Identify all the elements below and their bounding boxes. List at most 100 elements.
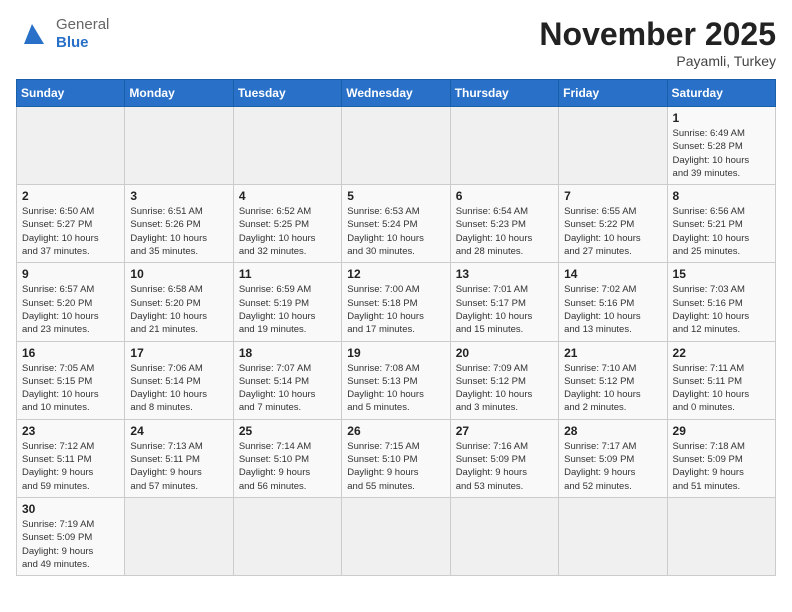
col-header-wednesday: Wednesday	[342, 80, 450, 107]
day-info: Sunrise: 7:05 AM Sunset: 5:15 PM Dayligh…	[22, 362, 119, 415]
logo-blue-text: Blue	[56, 34, 109, 52]
day-number: 9	[22, 267, 119, 281]
day-info: Sunrise: 7:13 AM Sunset: 5:11 PM Dayligh…	[130, 440, 227, 493]
day-number: 18	[239, 346, 336, 360]
location-subtitle: Payamli, Turkey	[539, 53, 776, 69]
day-info: Sunrise: 6:58 AM Sunset: 5:20 PM Dayligh…	[130, 283, 227, 336]
day-cell: 8 Sunrise: 6:56 AM Sunset: 5:21 PM Daylig…	[667, 185, 775, 263]
col-header-sunday: Sunday	[17, 80, 125, 107]
col-header-tuesday: Tuesday	[233, 80, 341, 107]
calendar-header-row: SundayMondayTuesdayWednesdayThursdayFrid…	[17, 80, 776, 107]
day-info: Sunrise: 7:16 AM Sunset: 5:09 PM Dayligh…	[456, 440, 553, 493]
day-info: Sunrise: 7:01 AM Sunset: 5:17 PM Dayligh…	[456, 283, 553, 336]
day-number: 8	[673, 189, 770, 203]
day-info: Sunrise: 7:17 AM Sunset: 5:09 PM Dayligh…	[564, 440, 661, 493]
day-cell	[559, 497, 667, 575]
day-info: Sunrise: 7:03 AM Sunset: 5:16 PM Dayligh…	[673, 283, 770, 336]
day-number: 20	[456, 346, 553, 360]
day-number: 6	[456, 189, 553, 203]
week-row-5: 23Sunrise: 7:12 AM Sunset: 5:11 PM Dayli…	[17, 419, 776, 497]
logo: GeneralBlue	[16, 16, 109, 52]
day-cell: 1 Sunrise: 6:49 AM Sunset: 5:28 PM Daylig…	[667, 107, 775, 185]
day-cell: 29 Sunrise: 7:18 AM Sunset: 5:09 PM Dayli…	[667, 419, 775, 497]
day-cell: 17Sunrise: 7:06 AM Sunset: 5:14 PM Dayli…	[125, 341, 233, 419]
week-row-4: 16 Sunrise: 7:05 AM Sunset: 5:15 PM Dayli…	[17, 341, 776, 419]
day-number: 28	[564, 424, 661, 438]
day-number: 2	[22, 189, 119, 203]
day-info: Sunrise: 6:56 AM Sunset: 5:21 PM Dayligh…	[673, 205, 770, 258]
day-number: 7	[564, 189, 661, 203]
day-cell: 11 Sunrise: 6:59 AM Sunset: 5:19 PM Dayli…	[233, 263, 341, 341]
day-cell	[233, 497, 341, 575]
day-number: 10	[130, 267, 227, 281]
day-info: Sunrise: 6:51 AM Sunset: 5:26 PM Dayligh…	[130, 205, 227, 258]
day-cell: 30Sunrise: 7:19 AM Sunset: 5:09 PM Dayli…	[17, 497, 125, 575]
day-number: 5	[347, 189, 444, 203]
day-cell: 13 Sunrise: 7:01 AM Sunset: 5:17 PM Dayli…	[450, 263, 558, 341]
day-info: Sunrise: 7:19 AM Sunset: 5:09 PM Dayligh…	[22, 518, 119, 571]
day-info: Sunrise: 7:00 AM Sunset: 5:18 PM Dayligh…	[347, 283, 444, 336]
day-number: 19	[347, 346, 444, 360]
day-cell: 18 Sunrise: 7:07 AM Sunset: 5:14 PM Dayli…	[233, 341, 341, 419]
day-cell: 3Sunrise: 6:51 AM Sunset: 5:26 PM Daylig…	[125, 185, 233, 263]
day-cell: 25 Sunrise: 7:14 AM Sunset: 5:10 PM Dayli…	[233, 419, 341, 497]
day-cell: 15 Sunrise: 7:03 AM Sunset: 5:16 PM Dayli…	[667, 263, 775, 341]
day-info: Sunrise: 7:18 AM Sunset: 5:09 PM Dayligh…	[673, 440, 770, 493]
day-cell	[559, 107, 667, 185]
day-number: 14	[564, 267, 661, 281]
day-info: Sunrise: 7:10 AM Sunset: 5:12 PM Dayligh…	[564, 362, 661, 415]
day-number: 24	[130, 424, 227, 438]
day-info: Sunrise: 6:59 AM Sunset: 5:19 PM Dayligh…	[239, 283, 336, 336]
day-info: Sunrise: 7:08 AM Sunset: 5:13 PM Dayligh…	[347, 362, 444, 415]
day-cell	[342, 497, 450, 575]
day-cell: 14Sunrise: 7:02 AM Sunset: 5:16 PM Dayli…	[559, 263, 667, 341]
day-cell: 12 Sunrise: 7:00 AM Sunset: 5:18 PM Dayli…	[342, 263, 450, 341]
day-number: 25	[239, 424, 336, 438]
day-info: Sunrise: 7:12 AM Sunset: 5:11 PM Dayligh…	[22, 440, 119, 493]
day-number: 15	[673, 267, 770, 281]
day-info: Sunrise: 7:15 AM Sunset: 5:10 PM Dayligh…	[347, 440, 444, 493]
day-number: 29	[673, 424, 770, 438]
day-number: 26	[347, 424, 444, 438]
day-cell: 20Sunrise: 7:09 AM Sunset: 5:12 PM Dayli…	[450, 341, 558, 419]
week-row-3: 9 Sunrise: 6:57 AM Sunset: 5:20 PM Daylig…	[17, 263, 776, 341]
day-cell: 2Sunrise: 6:50 AM Sunset: 5:27 PM Daylig…	[17, 185, 125, 263]
day-info: Sunrise: 6:49 AM Sunset: 5:28 PM Dayligh…	[673, 127, 770, 180]
month-title: November 2025	[539, 16, 776, 53]
day-info: Sunrise: 7:11 AM Sunset: 5:11 PM Dayligh…	[673, 362, 770, 415]
week-row-1: 1 Sunrise: 6:49 AM Sunset: 5:28 PM Daylig…	[17, 107, 776, 185]
day-number: 12	[347, 267, 444, 281]
calendar-table: SundayMondayTuesdayWednesdayThursdayFrid…	[16, 79, 776, 576]
day-cell: 24 Sunrise: 7:13 AM Sunset: 5:11 PM Dayli…	[125, 419, 233, 497]
day-number: 13	[456, 267, 553, 281]
day-number: 22	[673, 346, 770, 360]
day-cell	[667, 497, 775, 575]
day-cell: 4Sunrise: 6:52 AM Sunset: 5:25 PM Daylig…	[233, 185, 341, 263]
col-header-saturday: Saturday	[667, 80, 775, 107]
day-cell: 9 Sunrise: 6:57 AM Sunset: 5:20 PM Daylig…	[17, 263, 125, 341]
day-number: 16	[22, 346, 119, 360]
day-info: Sunrise: 7:14 AM Sunset: 5:10 PM Dayligh…	[239, 440, 336, 493]
day-cell	[450, 497, 558, 575]
day-cell: 19 Sunrise: 7:08 AM Sunset: 5:13 PM Dayli…	[342, 341, 450, 419]
day-number: 4	[239, 189, 336, 203]
day-cell: 21 Sunrise: 7:10 AM Sunset: 5:12 PM Dayli…	[559, 341, 667, 419]
day-number: 11	[239, 267, 336, 281]
day-info: Sunrise: 6:55 AM Sunset: 5:22 PM Dayligh…	[564, 205, 661, 258]
week-row-2: 2Sunrise: 6:50 AM Sunset: 5:27 PM Daylig…	[17, 185, 776, 263]
day-cell: 6Sunrise: 6:54 AM Sunset: 5:23 PM Daylig…	[450, 185, 558, 263]
logo-triangle-icon	[16, 16, 48, 48]
col-header-monday: Monday	[125, 80, 233, 107]
day-number: 27	[456, 424, 553, 438]
day-number: 1	[673, 111, 770, 125]
day-number: 17	[130, 346, 227, 360]
day-info: Sunrise: 6:57 AM Sunset: 5:20 PM Dayligh…	[22, 283, 119, 336]
col-header-friday: Friday	[559, 80, 667, 107]
logo-general-text: General	[56, 16, 109, 34]
day-cell: 28 Sunrise: 7:17 AM Sunset: 5:09 PM Dayli…	[559, 419, 667, 497]
page-header: GeneralBlue November 2025 Payamli, Turke…	[16, 16, 776, 69]
day-info: Sunrise: 7:07 AM Sunset: 5:14 PM Dayligh…	[239, 362, 336, 415]
day-number: 21	[564, 346, 661, 360]
day-info: Sunrise: 6:53 AM Sunset: 5:24 PM Dayligh…	[347, 205, 444, 258]
day-cell: 16 Sunrise: 7:05 AM Sunset: 5:15 PM Dayli…	[17, 341, 125, 419]
